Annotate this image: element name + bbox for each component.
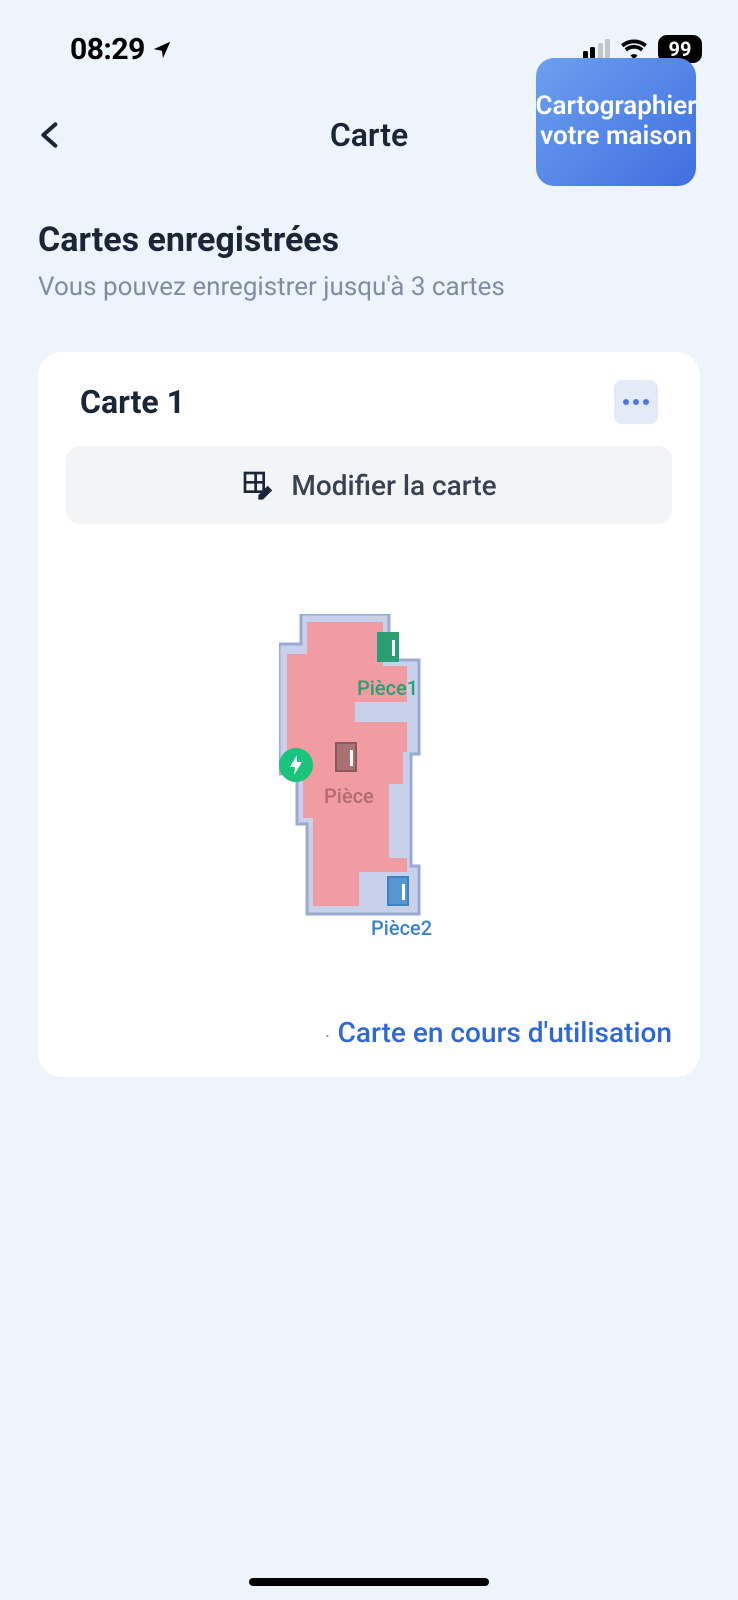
floor-plan[interactable]: Pièce1 Pièce Pièce2	[66, 544, 672, 1004]
location-icon	[151, 39, 173, 61]
section-title: Cartes enregistrées	[38, 220, 700, 260]
map-status-text: Carte en cours d'utilisation	[338, 1016, 672, 1049]
edit-map-label: Modifier la carte	[291, 469, 496, 502]
more-dot-icon	[643, 399, 649, 405]
room-label-piece: Pièce	[324, 784, 374, 808]
map-card: Carte 1 Modifier la carte	[38, 352, 700, 1077]
status-time: 08:29	[70, 32, 145, 67]
room-label-piece1: Pièce1	[357, 676, 418, 700]
door-marker-piece	[335, 742, 357, 772]
back-button[interactable]	[30, 115, 70, 155]
room-label-piece2: Pièce2	[371, 916, 432, 940]
home-indicator[interactable]	[249, 1578, 489, 1586]
chevron-left-icon	[34, 119, 66, 151]
status-dot-icon: ·	[325, 1027, 329, 1046]
more-options-button[interactable]	[614, 380, 658, 424]
map-your-home-label: Cartographier votre maison	[536, 92, 697, 152]
status-left: 08:29	[70, 32, 173, 67]
map-card-header: Carte 1	[66, 380, 672, 424]
door-marker-piece2	[387, 876, 409, 906]
charging-station-icon	[279, 748, 313, 782]
door-marker-piece1	[377, 632, 399, 662]
more-dot-icon	[633, 399, 639, 405]
signal-icon	[583, 39, 611, 59]
header: Carte Cartographier votre maison	[0, 80, 738, 190]
section-subtitle: Vous pouvez enregistrer jusqu'à 3 cartes	[38, 272, 700, 302]
wifi-icon	[620, 38, 648, 60]
edit-map-button[interactable]: Modifier la carte	[66, 446, 672, 524]
page-title: Carte	[330, 116, 408, 154]
more-dot-icon	[623, 399, 629, 405]
map-card-title: Carte 1	[80, 383, 185, 421]
map-status: · Carte en cours d'utilisation	[66, 1004, 672, 1049]
edit-map-icon	[241, 469, 273, 501]
section-header: Cartes enregistrées Vous pouvez enregist…	[0, 190, 738, 312]
map-your-home-button[interactable]: Cartographier votre maison	[536, 58, 696, 186]
